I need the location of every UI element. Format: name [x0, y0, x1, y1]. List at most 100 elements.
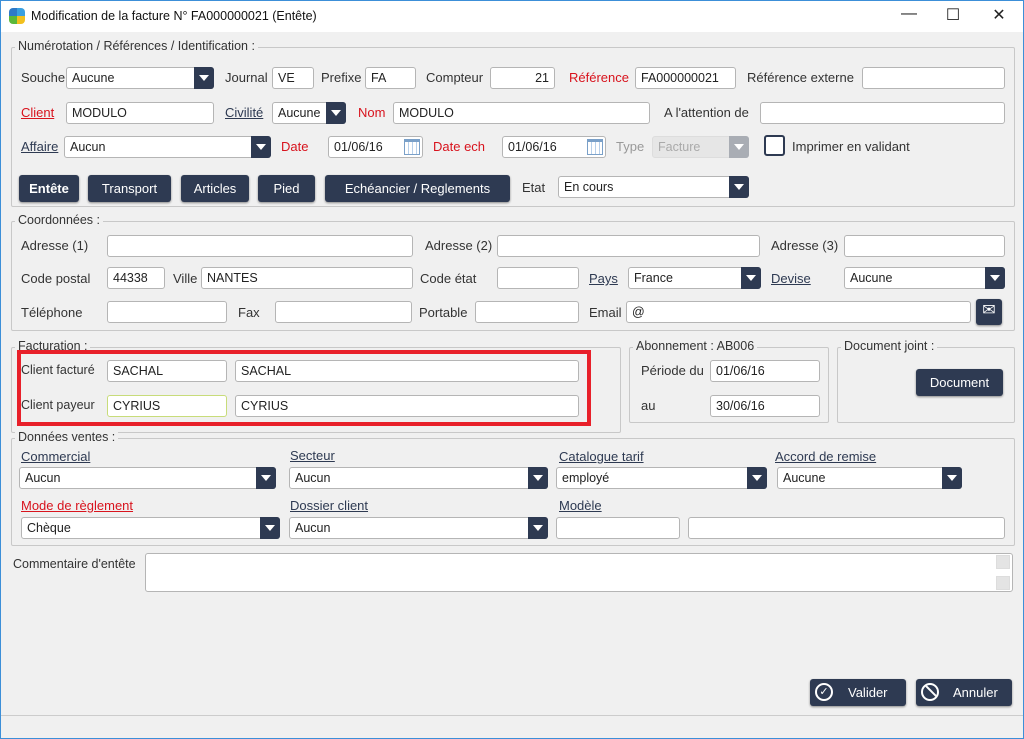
ref-externe-label: Référence externe	[747, 70, 854, 85]
ref-externe-input[interactable]	[862, 67, 1005, 89]
scroll-up-button[interactable]	[996, 555, 1010, 569]
date-value: 01/06/16	[334, 140, 383, 154]
affaire-value: Aucun	[70, 140, 106, 154]
commentaire-textarea[interactable]	[145, 553, 1013, 592]
accord-link[interactable]: Accord de remise	[775, 449, 876, 464]
close-button[interactable]: ✕	[989, 5, 1009, 25]
adresse3-input[interactable]	[844, 235, 1005, 257]
catalogue-link[interactable]: Catalogue tarif	[559, 449, 644, 464]
adresse2-input[interactable]	[497, 235, 760, 257]
modele-nom-input[interactable]	[688, 517, 1005, 539]
group-legend: Données ventes :	[15, 430, 119, 444]
civilite-link[interactable]: Civilité	[225, 105, 263, 120]
tab-pied[interactable]: Pied	[258, 175, 315, 202]
imprimer-checkbox[interactable]	[764, 135, 785, 156]
calendar-icon[interactable]	[587, 139, 603, 155]
prefixe-input[interactable]: FA	[365, 67, 416, 89]
dossier-link[interactable]: Dossier client	[290, 498, 368, 513]
portable-input[interactable]	[475, 301, 579, 323]
reference-input[interactable]: FA000000021	[635, 67, 736, 89]
fax-input[interactable]	[275, 301, 412, 323]
document-button[interactable]: Document	[916, 369, 1003, 396]
commentaire-label: Commentaire d'entête	[13, 557, 136, 571]
secteur-select[interactable]: Aucun	[289, 467, 548, 489]
civilite-select[interactable]: Aucune	[272, 102, 346, 124]
tel-input[interactable]	[107, 301, 227, 323]
client-link[interactable]: Client	[21, 105, 54, 120]
pays-select[interactable]: France	[628, 267, 761, 289]
calendar-icon[interactable]	[404, 139, 420, 155]
cp-input[interactable]: 44338	[107, 267, 165, 289]
modele-link[interactable]: Modèle	[559, 498, 602, 513]
scroll-down-button[interactable]	[996, 576, 1010, 590]
chevron-down-icon[interactable]	[528, 467, 548, 489]
dossier-value: Aucun	[295, 521, 331, 535]
tab-articles[interactable]: Articles	[181, 175, 249, 202]
dossier-select[interactable]: Aucun	[289, 517, 548, 539]
date-input[interactable]: 01/06/16	[328, 136, 423, 158]
email-label: Email	[589, 305, 622, 320]
client-input[interactable]: MODULO	[66, 102, 214, 124]
chevron-down-icon[interactable]	[942, 467, 962, 489]
devise-link[interactable]: Devise	[771, 271, 811, 286]
commercial-link[interactable]: Commercial	[21, 449, 90, 464]
souche-select[interactable]: Aucune	[66, 67, 214, 89]
attention-input[interactable]	[760, 102, 1005, 124]
ville-input[interactable]: NANTES	[201, 267, 413, 289]
code-etat-input[interactable]	[497, 267, 579, 289]
affaire-link[interactable]: Affaire	[21, 139, 58, 154]
reglement-link[interactable]: Mode de règlement	[21, 498, 133, 513]
email-input[interactable]: @	[626, 301, 971, 323]
catalogue-select[interactable]: employé	[556, 467, 767, 489]
reglement-select[interactable]: Chèque	[21, 517, 280, 539]
etat-value: En cours	[564, 180, 614, 194]
client-payeur-nom-input[interactable]: CYRIUS	[235, 395, 579, 417]
chevron-down-icon[interactable]	[985, 267, 1005, 289]
periode-du-input[interactable]: 01/06/16	[710, 360, 820, 382]
modele-code-input[interactable]	[556, 517, 680, 539]
devise-select[interactable]: Aucune	[844, 267, 1005, 289]
imprimer-label: Imprimer en validant	[792, 139, 910, 154]
prefixe-label: Prefixe	[321, 70, 362, 85]
maximize-button[interactable]: ☐	[943, 5, 963, 25]
annuler-button[interactable]: Annuler	[916, 679, 1012, 706]
secteur-link[interactable]: Secteur	[290, 448, 335, 463]
commercial-select[interactable]: Aucun	[19, 467, 276, 489]
chevron-down-icon[interactable]	[528, 517, 548, 539]
adresse1-input[interactable]	[107, 235, 413, 257]
pays-link[interactable]: Pays	[589, 271, 618, 286]
tel-label: Téléphone	[21, 305, 83, 320]
group-legend: Coordonnées :	[15, 213, 104, 227]
chevron-down-icon[interactable]	[256, 467, 276, 489]
nom-input[interactable]: MODULO	[393, 102, 650, 124]
date-ech-label: Date ech	[433, 139, 486, 154]
chevron-down-icon[interactable]	[194, 67, 214, 89]
date-ech-input[interactable]: 01/06/16	[502, 136, 606, 158]
client-facture-nom-input[interactable]: SACHAL	[235, 360, 579, 382]
type-value: Facture	[658, 140, 701, 154]
chevron-down-icon[interactable]	[741, 267, 761, 289]
title-bar: Modification de la facture N° FA00000002…	[1, 1, 1023, 32]
accord-select[interactable]: Aucune	[777, 467, 962, 489]
send-mail-button[interactable]: ✉	[976, 299, 1002, 325]
periode-au-input[interactable]: 30/06/16	[710, 395, 820, 417]
valider-button[interactable]: ✓ Valider	[810, 679, 906, 706]
minimize-button[interactable]: —	[899, 5, 919, 23]
chevron-down-icon[interactable]	[326, 102, 346, 124]
journal-input[interactable]: VE	[272, 67, 314, 89]
souche-label: Souche	[21, 70, 66, 85]
chevron-down-icon[interactable]	[251, 136, 271, 158]
tab-transport[interactable]: Transport	[88, 175, 171, 202]
chevron-down-icon[interactable]	[729, 176, 749, 198]
client-payeur-code-input[interactable]: CYRIUS	[107, 395, 227, 417]
client-facture-code-input[interactable]: SACHAL	[107, 360, 227, 382]
chevron-down-icon[interactable]	[260, 517, 280, 539]
tab-entete[interactable]: Entête	[19, 175, 79, 202]
affaire-select[interactable]: Aucun	[64, 136, 271, 158]
tab-echeancier[interactable]: Echéancier / Reglements	[325, 175, 510, 202]
etat-select[interactable]: En cours	[558, 176, 749, 198]
group-legend: Numérotation / Références / Identificati…	[15, 39, 258, 53]
annuler-label: Annuler	[953, 685, 998, 700]
chevron-down-icon[interactable]	[747, 467, 767, 489]
compteur-input[interactable]: 21	[490, 67, 555, 89]
